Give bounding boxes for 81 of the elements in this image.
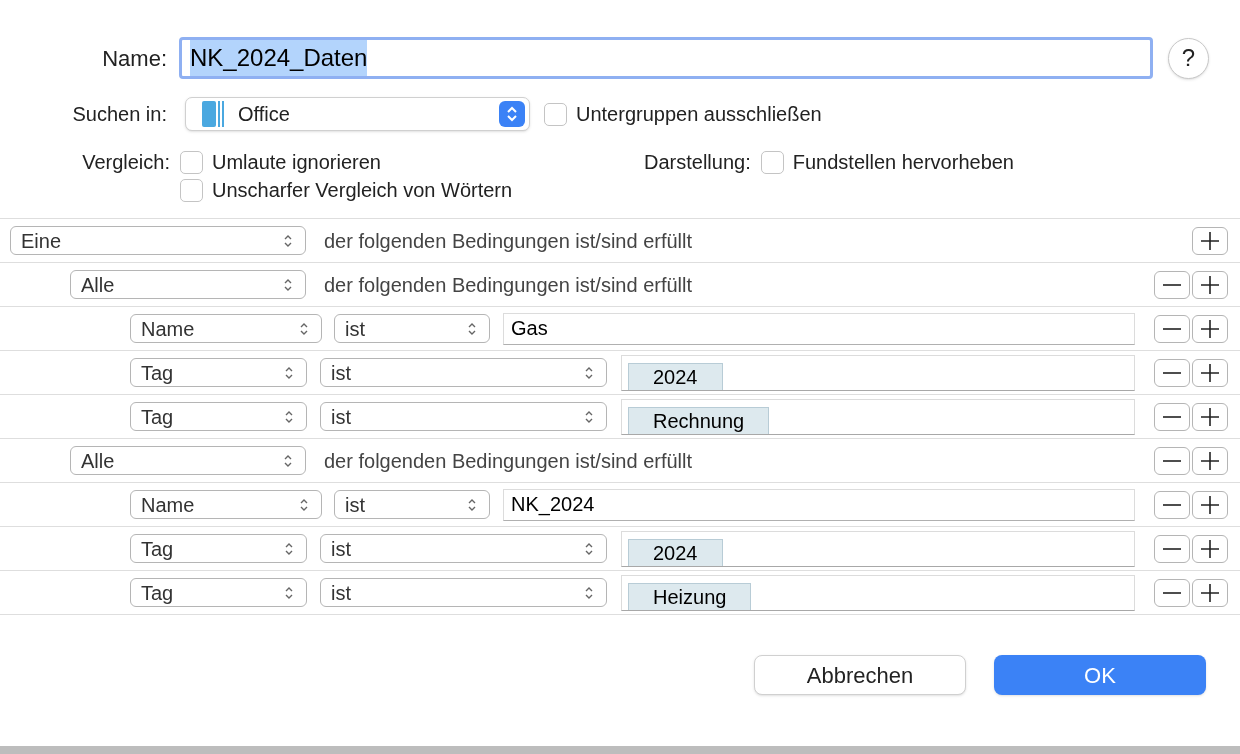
minus-icon bbox=[1163, 371, 1181, 374]
tag-token[interactable]: 2024 bbox=[628, 362, 723, 390]
plus-icon bbox=[1201, 363, 1219, 382]
plus-icon bbox=[1201, 539, 1219, 558]
help-button[interactable]: ? bbox=[1168, 37, 1209, 79]
add-button[interactable] bbox=[1192, 270, 1228, 299]
condition-text: der folgenden Bedingungen ist/sind erfüllt bbox=[324, 228, 693, 254]
ok-button[interactable]: OK bbox=[994, 655, 1206, 695]
remove-button[interactable] bbox=[1154, 358, 1190, 387]
minus-icon bbox=[1163, 459, 1181, 462]
dropdown[interactable]: Tag bbox=[130, 402, 307, 431]
add-button[interactable] bbox=[1192, 358, 1228, 387]
field-label: Darstellung: bbox=[644, 150, 751, 175]
tag-token[interactable]: Heizung bbox=[628, 582, 752, 610]
plus-icon bbox=[1201, 275, 1219, 294]
add-button[interactable] bbox=[1192, 578, 1228, 607]
field-label: Suchen in: bbox=[71, 102, 167, 127]
add-button[interactable] bbox=[1192, 402, 1228, 431]
minus-icon bbox=[1163, 547, 1181, 550]
remove-button[interactable] bbox=[1154, 446, 1190, 475]
plus-icon bbox=[1201, 407, 1219, 426]
tag-field[interactable]: Rechnung bbox=[621, 398, 1135, 435]
add-button[interactable] bbox=[1192, 446, 1228, 475]
dropdown[interactable]: ist bbox=[320, 578, 607, 607]
plus-icon bbox=[1201, 319, 1219, 338]
dropdown[interactable]: ist bbox=[320, 534, 607, 563]
checkbox-label: Untergruppen ausschließen bbox=[576, 102, 822, 127]
add-button[interactable] bbox=[1192, 226, 1228, 255]
plus-icon bbox=[1201, 583, 1219, 602]
dropdown[interactable]: ist bbox=[334, 314, 490, 343]
minus-icon bbox=[1163, 503, 1181, 506]
remove-button[interactable] bbox=[1154, 314, 1190, 343]
dropdown[interactable]: Name bbox=[130, 314, 322, 343]
minus-icon bbox=[1163, 327, 1181, 330]
checkbox-label: Unscharfer Vergleich von Wörtern bbox=[212, 178, 513, 203]
minus-icon bbox=[1163, 415, 1181, 418]
condition-text: der folgenden Bedingungen ist/sind erfüllt bbox=[324, 448, 693, 474]
value-field[interactable]: Gas bbox=[503, 312, 1135, 345]
plus-icon bbox=[1201, 231, 1219, 250]
field-label: Vergleich: bbox=[81, 150, 170, 175]
dropdown[interactable]: Alle bbox=[70, 446, 306, 475]
dropdown[interactable]: ist bbox=[320, 358, 607, 387]
add-button[interactable] bbox=[1192, 314, 1228, 343]
tag-field[interactable]: 2024 bbox=[621, 530, 1135, 567]
minus-icon bbox=[1163, 283, 1181, 286]
tag-token[interactable]: Rechnung bbox=[628, 406, 770, 434]
stepper-icon bbox=[499, 101, 525, 127]
dropdown[interactable]: Tag bbox=[130, 534, 307, 563]
database-icon bbox=[202, 100, 224, 128]
remove-button[interactable] bbox=[1154, 534, 1190, 563]
checkbox-label: Umlaute ignorieren bbox=[212, 150, 381, 175]
dropdown[interactable]: Eine bbox=[10, 226, 306, 255]
checkbox[interactable] bbox=[544, 102, 567, 126]
tag-field[interactable]: Heizung bbox=[621, 574, 1135, 611]
field-label: Name: bbox=[101, 44, 167, 73]
remove-button[interactable] bbox=[1154, 270, 1190, 299]
checkbox[interactable] bbox=[180, 178, 203, 202]
tag-token[interactable]: 2024 bbox=[628, 538, 723, 566]
cancel-button[interactable]: Abbrechen bbox=[754, 655, 966, 695]
condition-text: der folgenden Bedingungen ist/sind erfüllt bbox=[324, 272, 693, 298]
checkbox-label: Fundstellen hervorheben bbox=[792, 150, 1014, 175]
minus-icon bbox=[1163, 591, 1181, 594]
add-button[interactable] bbox=[1192, 534, 1228, 563]
dropdown[interactable]: Alle bbox=[70, 270, 306, 299]
name-field[interactable]: NK_2024_Daten bbox=[179, 37, 1153, 79]
add-button[interactable] bbox=[1192, 490, 1228, 519]
dropdown[interactable]: Tag bbox=[130, 578, 307, 607]
dropdown[interactable]: ist bbox=[334, 490, 490, 519]
location-dropdown[interactable]: Office bbox=[185, 97, 530, 131]
dropdown[interactable]: ist bbox=[320, 402, 607, 431]
remove-button[interactable] bbox=[1154, 490, 1190, 519]
remove-button[interactable] bbox=[1154, 578, 1190, 607]
value-field[interactable]: NK_2024 bbox=[503, 488, 1135, 521]
plus-icon bbox=[1201, 451, 1219, 470]
dropdown[interactable]: Name bbox=[130, 490, 322, 519]
checkbox[interactable] bbox=[180, 150, 203, 174]
dropdown[interactable]: Tag bbox=[130, 358, 307, 387]
tag-field[interactable]: 2024 bbox=[621, 354, 1135, 391]
checkbox[interactable] bbox=[760, 150, 784, 174]
plus-icon bbox=[1201, 495, 1219, 514]
remove-button[interactable] bbox=[1154, 402, 1190, 431]
